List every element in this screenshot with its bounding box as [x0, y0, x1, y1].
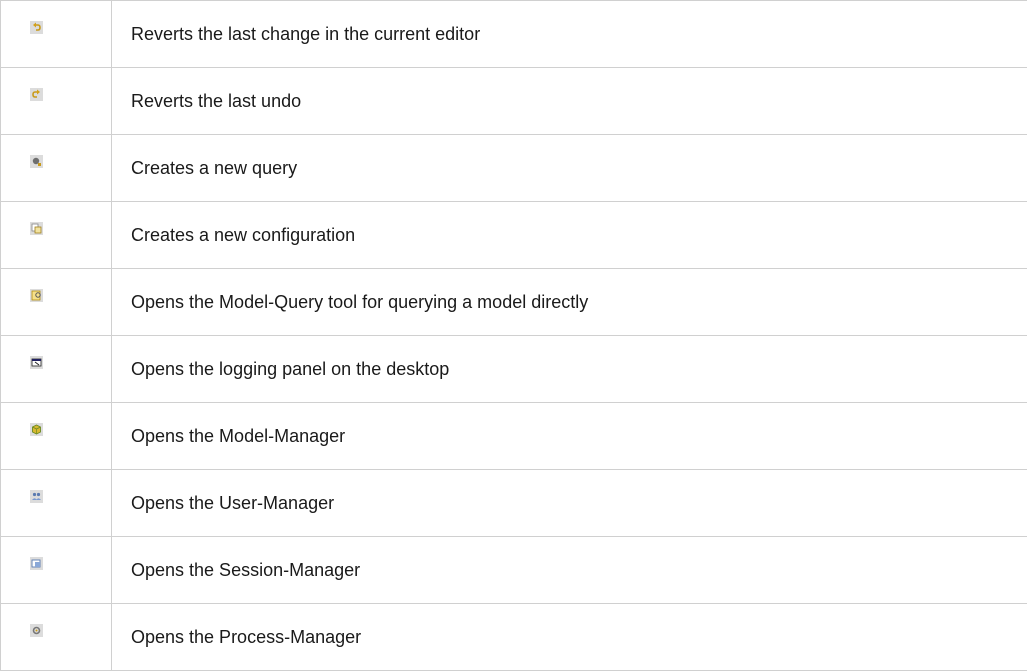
- icon-description: Opens the Session-Manager: [112, 537, 1027, 604]
- icon-cell: [1, 68, 112, 135]
- table-row: Opens the logging panel on the desktop: [1, 336, 1027, 403]
- table-row: Opens the Model-Manager: [1, 403, 1027, 470]
- icon-description: Opens the logging panel on the desktop: [112, 336, 1027, 403]
- icon-description: Reverts the last change in the current e…: [112, 1, 1027, 68]
- icon-description: Opens the Process-Manager: [112, 604, 1027, 671]
- model-manager-icon: [30, 423, 43, 436]
- undo-icon: [30, 21, 43, 34]
- icon-description: Opens the User-Manager: [112, 470, 1027, 537]
- icon-description: Opens the Model-Query tool for querying …: [112, 269, 1027, 336]
- table-row: Creates a new configuration: [1, 202, 1027, 269]
- table-row: Opens the Session-Manager: [1, 537, 1027, 604]
- icon-cell: [1, 604, 112, 671]
- icon-cell: [1, 135, 112, 202]
- icon-description: Creates a new configuration: [112, 202, 1027, 269]
- icon-cell: [1, 202, 112, 269]
- table-row: Reverts the last undo: [1, 68, 1027, 135]
- icon-cell: [1, 1, 112, 68]
- model-query-tool-icon: [30, 289, 43, 302]
- process-manager-icon: [30, 624, 43, 637]
- session-manager-icon: [30, 557, 43, 570]
- new-configuration-icon: [30, 222, 43, 235]
- new-query-icon: [30, 155, 43, 168]
- icon-description: Opens the Model-Manager: [112, 403, 1027, 470]
- icon-description: Creates a new query: [112, 135, 1027, 202]
- icon-cell: [1, 269, 112, 336]
- icon-cell: [1, 470, 112, 537]
- table-row: Opens the Process-Manager: [1, 604, 1027, 671]
- redo-icon: [30, 88, 43, 101]
- table-row: Opens the User-Manager: [1, 470, 1027, 537]
- icon-cell: [1, 537, 112, 604]
- table-row: Reverts the last change in the current e…: [1, 1, 1027, 68]
- table-row: Opens the Model-Query tool for querying …: [1, 269, 1027, 336]
- icon-description: Reverts the last undo: [112, 68, 1027, 135]
- icon-cell: [1, 336, 112, 403]
- icon-cell: [1, 403, 112, 470]
- user-manager-icon: [30, 490, 43, 503]
- toolbar-icon-table: Reverts the last change in the current e…: [0, 0, 1027, 671]
- table-row: Creates a new query: [1, 135, 1027, 202]
- logging-panel-icon: [30, 356, 43, 369]
